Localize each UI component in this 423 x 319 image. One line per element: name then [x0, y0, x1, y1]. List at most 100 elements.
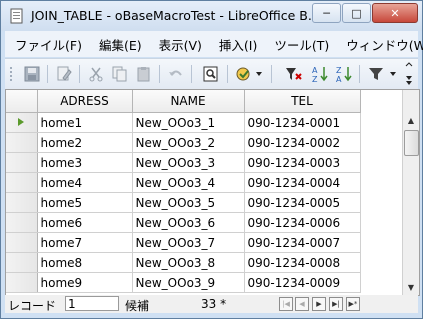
menu-view[interactable]: 表示(V)	[149, 35, 209, 54]
cell-tel[interactable]: 090-1234-0002	[244, 132, 361, 153]
cut-icon[interactable]	[87, 65, 105, 83]
cell-name[interactable]: New_OOo3_8	[132, 252, 245, 273]
cell-adress[interactable]: home4	[37, 172, 133, 193]
row-header-cell[interactable]	[6, 272, 38, 293]
column-header-name[interactable]: NAME	[132, 90, 245, 113]
sort-descending-icon[interactable]: ZA	[335, 65, 353, 83]
cell-tel[interactable]: 090-1234-0009	[244, 272, 361, 293]
sort-ascending-icon[interactable]: AZ	[311, 65, 329, 83]
maximize-button[interactable]: □	[342, 3, 371, 23]
scrollbar-thumb[interactable]	[404, 130, 419, 156]
menu-window[interactable]: ウィンドウ(W	[336, 35, 423, 54]
row-header-cell[interactable]	[6, 252, 38, 273]
menu-edit[interactable]: 編集(E)	[89, 35, 149, 54]
new-record-icon[interactable]: ▶*	[346, 297, 360, 311]
edit-icon[interactable]	[55, 65, 73, 83]
autocomplete-icon[interactable]	[235, 65, 253, 83]
cell-tel[interactable]: 090-1234-0001	[244, 112, 361, 133]
filter-icon[interactable]	[285, 65, 303, 83]
app-window: JOIN_TABLE - oBaseMacroTest - LibreOffic…	[0, 0, 423, 319]
cell-adress[interactable]: home5	[37, 192, 133, 213]
record-count: 33 *	[201, 297, 227, 311]
menu-tools[interactable]: ツール(T)	[264, 35, 336, 54]
scroll-down-icon[interactable]: ▼	[403, 279, 419, 295]
toolbar-grip-icon[interactable]	[8, 65, 14, 83]
table-row[interactable]: home3 New_OOo3_3 090-1234-0003	[6, 152, 402, 173]
cell-adress[interactable]: home2	[37, 132, 133, 153]
cell-name[interactable]: New_OOo3_6	[132, 212, 245, 233]
menu-insert[interactable]: 挿入(I)	[209, 35, 264, 54]
chevron-down-icon[interactable]	[254, 65, 264, 83]
table-header-row: ADRESS NAME TEL	[6, 90, 402, 113]
toolbar-separator	[47, 65, 48, 83]
cell-name[interactable]: New_OOo3_9	[132, 272, 245, 293]
table-row[interactable]: home9 New_OOo3_9 090-1234-0009	[6, 272, 402, 293]
cell-tel[interactable]: 090-1234-0008	[244, 252, 361, 273]
menu-file[interactable]: ファイル(F)	[5, 35, 89, 54]
cell-adress[interactable]: home8	[37, 252, 133, 273]
scroll-up-icon[interactable]: ▲	[403, 112, 419, 128]
record-number-field[interactable]: 1	[65, 296, 119, 311]
cell-name[interactable]: New_OOo3_5	[132, 192, 245, 213]
cell-name[interactable]: New_OOo3_3	[132, 152, 245, 173]
autofilter-icon[interactable]	[367, 65, 385, 83]
cell-name[interactable]: New_OOo3_7	[132, 232, 245, 253]
undo-icon[interactable]	[167, 65, 185, 83]
toolbar-separator	[271, 65, 272, 83]
cell-empty	[360, 213, 402, 233]
table-row[interactable]: home2 New_OOo3_2 090-1234-0002	[6, 132, 402, 153]
table-row[interactable]: home6 New_OOo3_6 090-1234-0006	[6, 212, 402, 233]
window-title: JOIN_TABLE - oBaseMacroTest - LibreOffic…	[31, 8, 320, 23]
cell-empty	[360, 233, 402, 253]
cell-tel[interactable]: 090-1234-0004	[244, 172, 361, 193]
row-header-cell[interactable]	[6, 132, 38, 153]
title-bar[interactable]: JOIN_TABLE - oBaseMacroTest - LibreOffic…	[1, 1, 422, 31]
row-header-cell[interactable]	[6, 172, 38, 193]
svg-text:Z: Z	[312, 75, 318, 83]
cell-name[interactable]: New_OOo3_4	[132, 172, 245, 193]
cell-empty	[360, 253, 402, 273]
current-row-marker-icon	[16, 116, 26, 130]
previous-record-icon[interactable]: ◀	[295, 297, 309, 311]
print-preview-icon[interactable]	[202, 65, 220, 83]
save-icon[interactable]	[23, 65, 41, 83]
table-row[interactable]: home5 New_OOo3_5 090-1234-0005	[6, 192, 402, 213]
cell-tel[interactable]: 090-1234-0005	[244, 192, 361, 213]
table-row[interactable]: home8 New_OOo3_8 090-1234-0008	[6, 252, 402, 273]
first-record-icon[interactable]: |◀	[279, 297, 293, 311]
table-row[interactable]: home1 New_OOo3_1 090-1234-0001	[6, 112, 402, 133]
standard-toolbar: AZ ZA	[5, 58, 418, 90]
cell-adress[interactable]: home9	[37, 272, 133, 293]
cell-adress[interactable]: home3	[37, 152, 133, 173]
row-header-cell[interactable]	[6, 152, 38, 173]
cell-adress[interactable]: home1	[37, 112, 133, 133]
cell-tel[interactable]: 090-1234-0007	[244, 232, 361, 253]
record-navigation-bar: レコード 1 候補 33 * |◀ ◀ ▶ ▶| ▶*	[5, 295, 418, 313]
cell-name[interactable]: New_OOo3_2	[132, 132, 245, 153]
row-header-cell[interactable]	[6, 232, 38, 253]
cell-adress[interactable]: home6	[37, 212, 133, 233]
cell-adress[interactable]: home7	[37, 232, 133, 253]
table-row[interactable]: home4 New_OOo3_4 090-1234-0004	[6, 172, 402, 193]
corner-header-cell[interactable]	[6, 90, 38, 113]
vertical-scrollbar[interactable]: ▲ ▼	[402, 90, 419, 295]
column-header-adress[interactable]: ADRESS	[37, 90, 133, 113]
cell-tel[interactable]: 090-1234-0003	[244, 152, 361, 173]
chevron-down-icon[interactable]	[389, 65, 397, 83]
column-header-tel[interactable]: TEL	[244, 90, 361, 113]
row-header-cell[interactable]	[6, 192, 38, 213]
last-record-icon[interactable]: ▶|	[329, 297, 343, 311]
close-button[interactable]: ✕	[372, 3, 418, 23]
cell-tel[interactable]: 090-1234-0006	[244, 212, 361, 233]
minimize-button[interactable]: ─	[312, 3, 341, 23]
row-header-cell[interactable]	[6, 112, 38, 133]
next-record-icon[interactable]: ▶	[312, 297, 326, 311]
toolbar-separator	[191, 65, 192, 83]
cell-name[interactable]: New_OOo3_1	[132, 112, 245, 133]
table-row[interactable]: home7 New_OOo3_7 090-1234-0007	[6, 232, 402, 253]
menu-bar: ファイル(F) 編集(E) 表示(V) 挿入(I) ツール(T) ウィンドウ(W	[5, 31, 423, 57]
toolbar-overflow-icon[interactable]	[403, 61, 415, 87]
copy-icon[interactable]	[111, 65, 129, 83]
paste-icon[interactable]	[135, 65, 153, 83]
row-header-cell[interactable]	[6, 212, 38, 233]
